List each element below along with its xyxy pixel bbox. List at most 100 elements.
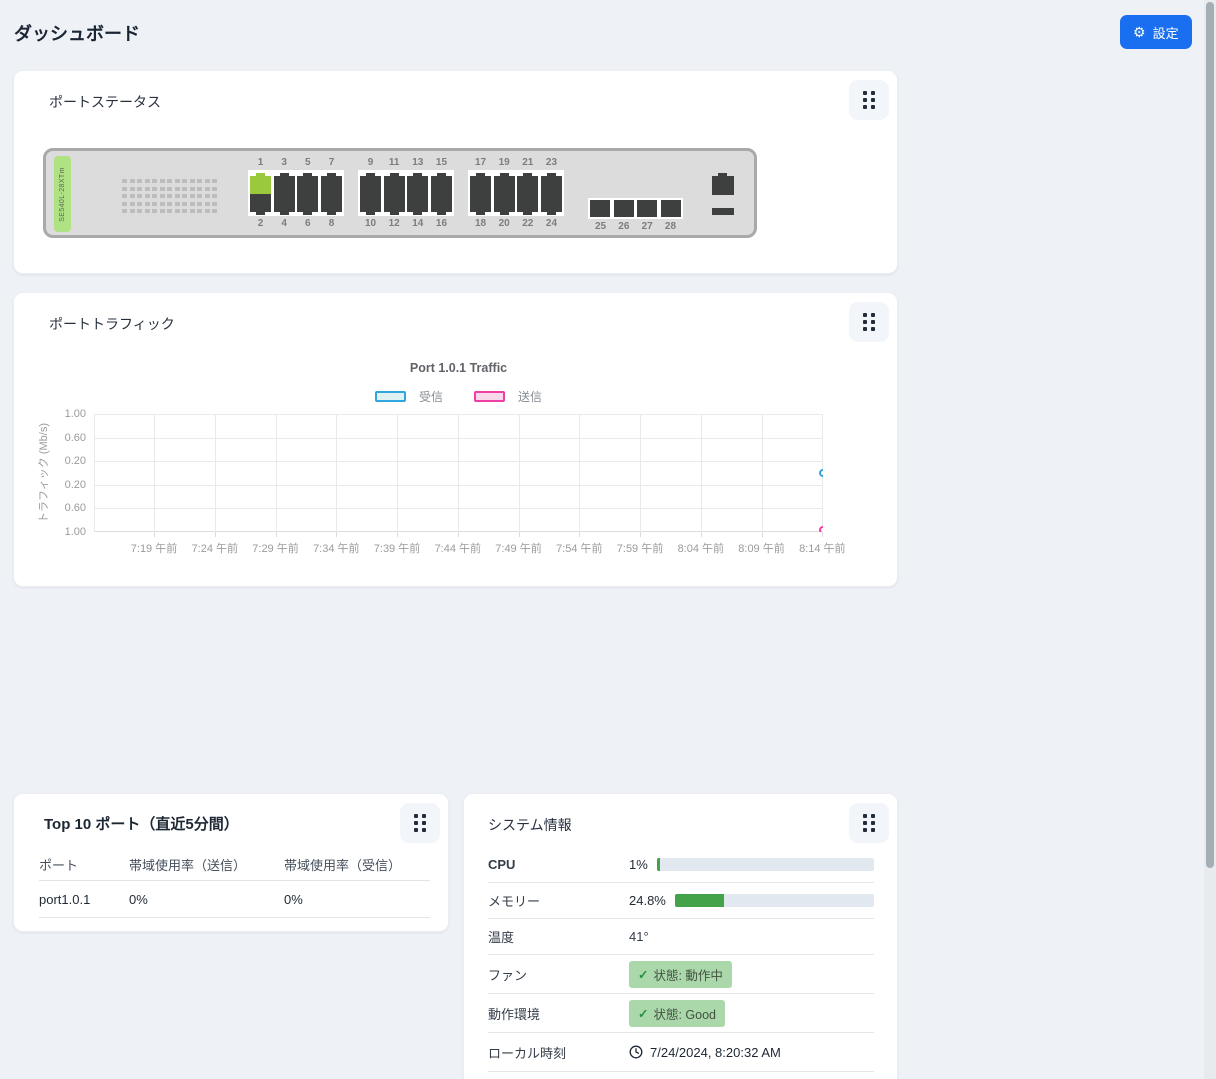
port-group: 13572468 (248, 155, 344, 231)
port-28[interactable] (661, 200, 681, 217)
drag-handle-button[interactable] (849, 302, 889, 342)
y-tick-label: 1.00 (14, 408, 86, 420)
port-8[interactable] (321, 194, 342, 212)
x-tick-label: 8:14 午前 (786, 540, 858, 556)
port-number: 28 (659, 219, 682, 234)
port-1[interactable] (250, 176, 271, 194)
port-15[interactable] (431, 176, 452, 194)
port-group-uplink: 25262728 (588, 198, 683, 234)
settings-button[interactable]: ⚙ 設定 (1120, 15, 1192, 49)
legend-label: 送信 (518, 388, 542, 405)
port-number: 2 (249, 216, 272, 231)
legend-item: 送信 (474, 388, 542, 405)
port-row-top (250, 173, 342, 194)
port-box (588, 198, 683, 219)
drag-handle-button[interactable] (849, 80, 889, 120)
port-number-row: 25262728 (588, 219, 683, 234)
top-ports-card: Top 10 ポート（直近5分間） ポート帯域使用率（送信）帯域使用率（受信）p… (13, 793, 449, 932)
v-gridline (215, 414, 216, 532)
port-11[interactable] (384, 176, 405, 194)
x-tick-mark (154, 532, 155, 537)
port-26[interactable] (614, 200, 634, 217)
data-point-marker (819, 469, 823, 477)
x-tick-mark (579, 532, 580, 537)
x-tick-mark (336, 532, 337, 537)
row-value: 7/24/2024, 8:20:32 AM (629, 1045, 874, 1060)
port-number: 17 (469, 155, 492, 170)
port-3[interactable] (274, 176, 295, 194)
grip-icon (863, 91, 875, 109)
row-value: 41° (629, 929, 874, 944)
port-18[interactable] (470, 194, 491, 212)
port-7[interactable] (321, 176, 342, 194)
port-number: 15 (430, 155, 453, 170)
y-tick-label: 1.00 (14, 526, 86, 538)
port-number: 23 (540, 155, 563, 170)
column-header: ポート (39, 855, 129, 874)
console-slot-icon (712, 208, 734, 215)
column-header: 帯域使用率（送信） (129, 855, 284, 874)
port-14[interactable] (407, 194, 428, 212)
port-number: 8 (320, 216, 343, 231)
port-16[interactable] (431, 194, 452, 212)
system-info-rows: CPU1%メモリー24.8%温度41°ファン✓状態: 動作中動作環境✓状態: G… (488, 847, 874, 1072)
system-info-row: ローカル時刻7/24/2024, 8:20:32 AM (488, 1033, 874, 1072)
v-gridline (397, 414, 398, 532)
scrollbar-thumb[interactable] (1206, 2, 1214, 868)
port-4[interactable] (274, 194, 295, 212)
port-number: 5 (296, 155, 319, 170)
percent-text: 1% (629, 857, 648, 872)
port-27[interactable] (637, 200, 657, 217)
grip-icon (863, 814, 875, 832)
port-19[interactable] (494, 176, 515, 194)
system-info-row: 温度41° (488, 919, 874, 955)
x-tick-mark (701, 532, 702, 537)
port-box (468, 170, 564, 216)
check-icon: ✓ (638, 967, 648, 982)
y-tick-label: 0.20 (14, 455, 86, 467)
port-21[interactable] (517, 176, 538, 194)
port-number: 18 (469, 216, 492, 231)
port-9[interactable] (360, 176, 381, 194)
table-row: port1.0.10%0% (39, 881, 430, 918)
port-number-row: 18202224 (468, 216, 564, 231)
port-5[interactable] (297, 176, 318, 194)
legend-label: 受信 (419, 388, 443, 405)
port-20[interactable] (494, 194, 515, 212)
v-gridline (94, 414, 95, 532)
port-17[interactable] (470, 176, 491, 194)
port-row-bottom (360, 194, 452, 215)
port-row-top (470, 173, 562, 194)
drag-handle-button[interactable] (849, 803, 889, 843)
scrollbar-track[interactable] (1204, 0, 1216, 1079)
clock-icon (629, 1045, 643, 1059)
progress-track (675, 894, 874, 907)
port-25[interactable] (590, 200, 610, 217)
port-number: 25 (589, 219, 612, 234)
drag-handle-button[interactable] (400, 803, 440, 843)
port-2[interactable] (250, 194, 271, 212)
port-23[interactable] (541, 176, 562, 194)
port-6[interactable] (297, 194, 318, 212)
port-status-card: ポートステータス SE540L-28XTm 135724689111315101… (13, 70, 898, 274)
port-number-row: 9111315 (358, 155, 454, 170)
y-tick-label: 0.60 (14, 432, 86, 444)
gear-icon: ⚙ (1133, 25, 1146, 39)
y-tick-label: 0.60 (14, 502, 86, 514)
port-12[interactable] (384, 194, 405, 212)
system-info-row: 動作環境✓状態: Good (488, 994, 874, 1033)
port-13[interactable] (407, 176, 428, 194)
x-tick-mark (822, 532, 823, 537)
port-number: 1 (249, 155, 272, 170)
port-22[interactable] (517, 194, 538, 212)
port-number: 10 (359, 216, 382, 231)
port-24[interactable] (541, 194, 562, 212)
x-tick-mark (276, 532, 277, 537)
port-10[interactable] (360, 194, 381, 212)
status-badge: ✓状態: Good (629, 1000, 725, 1027)
row-label: 動作環境 (488, 1004, 629, 1023)
settings-button-label: 設定 (1153, 23, 1179, 42)
port-number: 21 (516, 155, 539, 170)
x-tick-mark (458, 532, 459, 537)
port-number: 20 (493, 216, 516, 231)
